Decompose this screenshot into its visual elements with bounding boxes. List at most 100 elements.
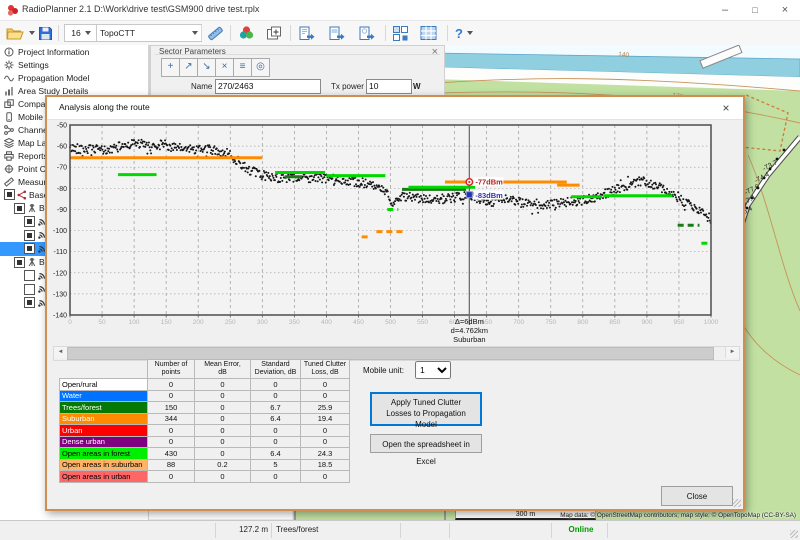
- sector-name-input[interactable]: 270/2463: [215, 79, 321, 94]
- table-value-cell: 0: [301, 425, 350, 437]
- layout-panels-button[interactable]: [392, 24, 409, 42]
- svg-text:0: 0: [68, 319, 72, 326]
- svg-text:450: 450: [353, 319, 364, 326]
- table-row: Suburban34406.419.4: [60, 413, 350, 425]
- window-add-icon: [266, 26, 282, 41]
- svg-text:800: 800: [577, 319, 588, 326]
- open-dropdown-caret[interactable]: [29, 31, 35, 35]
- table-value-cell: 19.4: [301, 413, 350, 425]
- bs-icon: [27, 257, 37, 267]
- export-html-button[interactable]: [298, 24, 316, 42]
- open-project-button[interactable]: [6, 24, 35, 42]
- tree-checkbox[interactable]: [24, 284, 35, 295]
- sidebar-item-label: Reports: [18, 151, 48, 161]
- route-analysis-chart[interactable]: -50-60-70-80-90-100-110-120-130-14005010…: [53, 121, 738, 345]
- svg-text:150: 150: [161, 319, 172, 326]
- svg-text:550: 550: [417, 319, 428, 326]
- compare-icon: [4, 99, 14, 109]
- sidebar-item-settings[interactable]: Settings: [0, 58, 148, 71]
- scroll-left-arrow[interactable]: ◄: [54, 347, 68, 358]
- table-value-cell: 0.2: [195, 459, 251, 471]
- svg-text:350: 350: [289, 319, 300, 326]
- tree-checkbox[interactable]: [24, 230, 35, 241]
- svg-text:-50: -50: [57, 123, 67, 130]
- export-png-button[interactable]: [328, 24, 346, 42]
- dialog-title-bar[interactable]: Analysis along the route ×: [47, 97, 743, 120]
- dialog-close-button[interactable]: ×: [717, 99, 735, 117]
- sector-panel-close-button[interactable]: ×: [432, 46, 438, 58]
- tree-checkbox[interactable]: [14, 203, 25, 214]
- locate-sector-button[interactable]: ◎: [251, 58, 270, 77]
- sidebar-item-label: Area Study Details: [18, 86, 88, 96]
- sector-settings-button[interactable]: ≡: [233, 58, 252, 77]
- status-bar: 127.2 m Trees/forest Online: [0, 520, 800, 540]
- tree-checkbox[interactable]: [14, 257, 25, 268]
- tree-checkbox[interactable]: [24, 297, 35, 308]
- apply-clutter-losses-button[interactable]: Apply Tuned Clutter Losses to Propagatio…: [370, 392, 482, 426]
- svg-text:300: 300: [257, 319, 268, 326]
- table-value-cell: 0: [148, 379, 195, 391]
- table-value-cell: 0: [301, 390, 350, 402]
- table-value-cell: 0: [148, 425, 195, 437]
- export-map-icon: [358, 26, 376, 41]
- table-value-cell: 0: [195, 448, 251, 460]
- minimize-button[interactable]: –: [710, 0, 740, 20]
- tree-checkbox[interactable]: [24, 216, 35, 227]
- color-palette-button[interactable]: [238, 24, 255, 42]
- table-value-cell: 0: [301, 471, 350, 483]
- scroll-right-arrow[interactable]: ►: [725, 347, 739, 358]
- clutter-label-cell: Trees/forest: [60, 402, 148, 414]
- svg-text:500: 500: [385, 319, 396, 326]
- map-style-combobox[interactable]: TopoCTT: [96, 24, 202, 42]
- table-value-cell: 6.4: [251, 448, 301, 460]
- clutter-statistics-table: Number ofpointsMean Error,dBStandardDevi…: [59, 359, 350, 483]
- add-sector-button[interactable]: +: [161, 58, 180, 77]
- table-row: Urban0000: [60, 425, 350, 437]
- app-logo-icon: [6, 4, 19, 17]
- window-resize-grip[interactable]: [790, 530, 798, 538]
- tree-checkbox[interactable]: [24, 243, 35, 254]
- export-page-icon: [298, 26, 316, 41]
- new-window-button[interactable]: [266, 24, 282, 42]
- panels-grid-icon: [392, 25, 409, 41]
- rgb-circles-icon: [238, 25, 255, 41]
- svg-text:-70: -70: [57, 165, 67, 172]
- dialog-close-action-button[interactable]: Close: [661, 486, 733, 506]
- export-kmz-button[interactable]: [358, 24, 376, 42]
- table-header-cell: StandardDeviation, dB: [251, 360, 301, 379]
- rotate-down-button[interactable]: ↘: [197, 58, 216, 77]
- clutter-label-cell: Water: [60, 390, 148, 402]
- svg-text:50: 50: [98, 319, 106, 326]
- table-value-cell: 0: [195, 436, 251, 448]
- dialog-title: Analysis along the route: [59, 102, 150, 112]
- zoom-level-value: 16: [71, 28, 80, 38]
- sidebar-item-project-information[interactable]: Project Information: [0, 45, 148, 58]
- clutter-label-cell: Urban: [60, 425, 148, 437]
- save-button[interactable]: [38, 24, 53, 42]
- table-value-cell: 430: [148, 448, 195, 460]
- measure-tool-button[interactable]: [207, 24, 224, 42]
- svg-text:950: 950: [674, 319, 685, 326]
- tree-checkbox[interactable]: [24, 270, 35, 281]
- help-button[interactable]: ?: [455, 24, 473, 42]
- rotate-up-button[interactable]: ↗: [179, 58, 198, 77]
- open-excel-button[interactable]: Open the spreadsheet in Excel: [370, 434, 482, 453]
- sidebar-item-propagation-model[interactable]: Propagation Model: [0, 71, 148, 84]
- delete-sector-button[interactable]: ×: [215, 58, 234, 77]
- table-value-cell: 0: [301, 379, 350, 391]
- table-body: Open/rural0000Water0000Trees/forest15006…: [60, 379, 350, 483]
- svg-text:-120: -120: [53, 270, 67, 277]
- tree-checkbox[interactable]: [4, 189, 15, 200]
- table-row: Open/rural0000: [60, 379, 350, 391]
- mobile-unit-select[interactable]: 1: [415, 361, 451, 379]
- table-value-cell: 0: [251, 471, 301, 483]
- calculation-grid-button[interactable]: [420, 24, 437, 42]
- area-study-icon: [4, 86, 14, 96]
- zoom-level-combobox[interactable]: 16: [64, 24, 98, 42]
- table-value-cell: 0: [195, 402, 251, 414]
- tx-power-input[interactable]: 10: [366, 79, 412, 94]
- dialog-resize-grip[interactable]: [733, 499, 741, 507]
- export-image-icon: [328, 26, 346, 41]
- maximize-button[interactable]: □: [740, 0, 770, 20]
- close-button[interactable]: ×: [770, 0, 800, 20]
